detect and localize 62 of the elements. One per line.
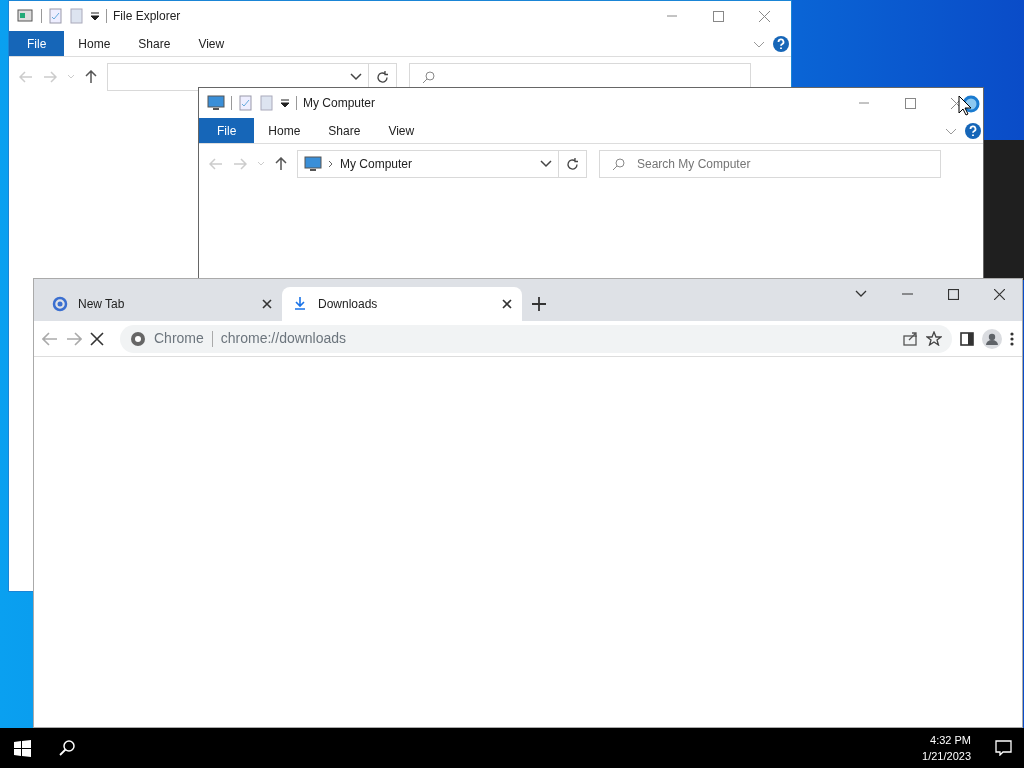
stop-icon[interactable] xyxy=(90,331,104,346)
maximize-icon xyxy=(947,288,959,300)
tab-title: Downloads xyxy=(318,296,379,313)
computer-icon xyxy=(304,156,322,172)
search-icon xyxy=(612,157,625,171)
computer-icon xyxy=(207,95,225,111)
refresh-icon xyxy=(376,70,389,84)
search-icon xyxy=(422,70,435,84)
ribbon-tab[interactable]: View xyxy=(374,118,429,143)
plus-icon xyxy=(532,297,546,311)
ribbon-tab[interactable]: Share xyxy=(124,31,185,56)
file-menu-button[interactable]: File xyxy=(199,118,255,143)
dropdown-icon[interactable] xyxy=(280,98,290,108)
ribbon-tab[interactable]: Home xyxy=(64,31,125,56)
menu-icon[interactable] xyxy=(1010,331,1014,346)
maximize-icon xyxy=(904,97,916,109)
tab-title: New Tab xyxy=(78,296,126,313)
url-text: chrome://downloads xyxy=(220,329,348,348)
refresh-button[interactable] xyxy=(559,150,587,178)
chevron-right-icon xyxy=(328,160,334,168)
search-field[interactable]: Search My Computer xyxy=(599,150,941,178)
notifications-icon[interactable] xyxy=(995,740,1012,756)
search-button[interactable] xyxy=(57,738,77,758)
star-icon[interactable] xyxy=(926,331,942,346)
ribbon-tab[interactable]: View xyxy=(184,31,239,56)
side-panel-icon[interactable] xyxy=(960,331,974,346)
browser-tab[interactable]: Downloads xyxy=(282,287,522,321)
new-tab-button[interactable] xyxy=(530,295,548,313)
search-icon xyxy=(59,740,75,756)
up-icon[interactable] xyxy=(275,157,287,171)
site-label: Chrome xyxy=(154,329,204,348)
help-icon[interactable] xyxy=(773,35,789,52)
up-icon[interactable] xyxy=(85,70,97,84)
window-title: My Computer xyxy=(303,95,377,112)
close-icon xyxy=(758,10,770,22)
clock-time: 4:32 PM xyxy=(930,732,971,748)
dropdown-icon[interactable] xyxy=(540,160,552,168)
close-icon[interactable] xyxy=(502,299,512,309)
share-icon[interactable] xyxy=(903,331,918,346)
dropdown-icon[interactable] xyxy=(350,73,362,81)
address-bar[interactable]: Chrome chrome://downloads xyxy=(120,324,952,353)
profile-icon[interactable] xyxy=(982,328,1002,349)
browser-tab[interactable]: New Tab xyxy=(42,287,282,321)
chevron-down-icon xyxy=(855,290,867,298)
address-text: My Computer xyxy=(340,156,414,173)
window-icon xyxy=(17,8,35,24)
maximize-icon xyxy=(712,10,724,22)
refresh-icon xyxy=(566,157,579,171)
close-icon[interactable] xyxy=(262,299,272,309)
dropdown-icon[interactable] xyxy=(90,11,100,21)
search-input[interactable]: Search My Computer xyxy=(635,154,928,174)
ribbon-tab[interactable]: Share xyxy=(314,118,375,143)
clock-date: 1/21/2023 xyxy=(922,749,971,764)
help-icon[interactable] xyxy=(965,122,981,139)
window-title: File Explorer xyxy=(113,8,182,25)
start-button[interactable] xyxy=(12,737,33,759)
windows-logo-icon xyxy=(14,739,31,757)
close-icon xyxy=(993,288,1005,300)
download-icon xyxy=(292,296,308,312)
ribbon-tab[interactable]: Home xyxy=(254,118,315,143)
address-bar[interactable]: My Computer xyxy=(297,150,559,178)
file-menu-button[interactable]: File xyxy=(9,31,65,56)
